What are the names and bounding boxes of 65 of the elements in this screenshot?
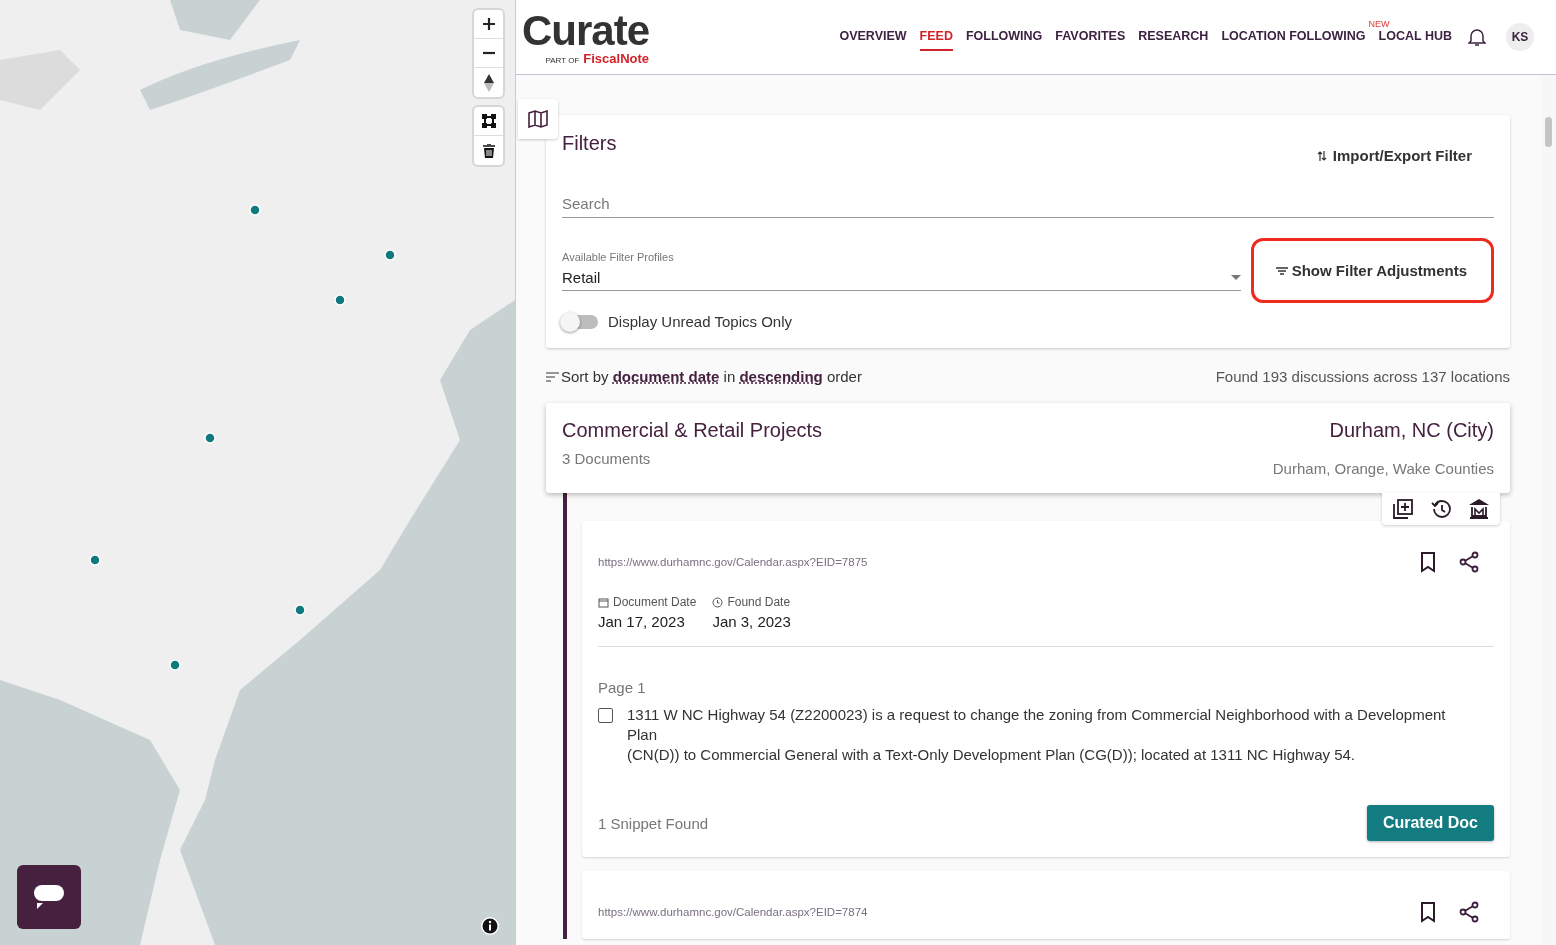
found-date-label: Found Date [712,595,791,609]
snippet-count: 1 Snippet Found [598,814,709,832]
bookmark-icon[interactable] [1418,901,1438,923]
nav-tab[interactable]: FAVORITES [1055,23,1126,51]
document-url[interactable]: https://www.durhamnc.gov/Calendar.aspx?EID=7874 [598,906,868,918]
swap-arrows-icon [1316,149,1327,162]
logo-text: Curate [522,10,650,52]
nav-tab[interactable]: FOLLOWING [965,23,1043,51]
square-icon [481,114,496,128]
map-icon [528,110,548,128]
add-to-collection-icon[interactable] [1392,498,1414,520]
snippet-checkbox[interactable] [598,708,613,723]
clock-icon [712,596,724,608]
chat-button[interactable] [17,865,81,929]
map-toggle-button[interactable] [518,99,558,139]
document-url[interactable]: https://www.durhamnc.gov/Calendar.aspx?EID=7875 [598,556,868,568]
plus-icon [481,17,496,31]
info-icon[interactable] [480,916,500,936]
map-marker[interactable] [249,204,261,216]
topic-title: Commercial & Retail Projects [562,419,823,442]
sort-text: Sort by document date in descending order [561,368,862,385]
document-count: 3 Documents [562,450,652,467]
nav-tab[interactable]: RESEARCH [1138,23,1209,51]
share-icon[interactable] [1458,551,1480,573]
document-date-label: Document Date [598,595,697,609]
topic-card[interactable]: Commercial & Retail Projects 3 Documents Durham, NC (City) Durham, Orange, Wake Counties [546,403,1510,493]
bell-icon[interactable] [1468,27,1486,47]
toggle-switch[interactable] [562,314,598,329]
filter-icon [1274,265,1289,276]
map-marker[interactable] [294,604,306,616]
show-filter-adjustments-button[interactable]: Show Filter Adjustments [1250,238,1494,303]
history-icon[interactable] [1430,498,1452,520]
nav-tab[interactable]: FEED [919,23,953,51]
chat-bubble-icon [34,883,64,911]
map-marker[interactable] [204,432,216,444]
compass-icon [482,72,495,93]
brand-name: FiscalNote [583,51,650,66]
snippet-text: 1311 W NC Highway 54 (Z2200023) is a request to change the zoning from Commercial Neighborhood with a Development Plan (CN(D)) to Commercial General with a Text-Only Development Plan (CG(D)); located at 1311 NC Highway 54. [627,705,1447,765]
nav-tab[interactable]: OVERVIEW [839,23,907,51]
dropdown-caret-icon [1230,274,1241,280]
calendar-icon [598,596,609,608]
filters-title: Filters [562,132,617,155]
location-name: Durham, NC (City) [1328,419,1494,442]
trash-icon [481,143,496,158]
sort-icon [546,371,559,382]
government-building-icon[interactable] [1468,498,1490,520]
import-export-button[interactable]: Import/Export Filter [1310,146,1478,165]
found-date: Jan 3, 2023 [712,613,791,630]
counties-text: Durham, Orange, Wake Counties [1272,460,1494,477]
share-icon[interactable] [1458,901,1480,923]
map-marker[interactable] [384,249,396,261]
filter-profile-select[interactable]: Available Filter Profiles Retail [562,250,1241,291]
page-number: Page 1 [598,679,647,696]
results-count: Found 193 discussions across 137 locations [1215,368,1510,385]
toggle-label: Display Unread Topics Only [608,313,792,330]
bookmark-icon[interactable] [1418,551,1438,573]
curated-doc-button[interactable]: Curated Doc [1366,805,1494,841]
map-marker[interactable] [334,294,346,306]
map-marker[interactable] [89,554,101,566]
document-date: Jan 17, 2023 [598,613,686,630]
search-field[interactable]: Search [562,195,1494,218]
map-marker[interactable] [169,659,181,671]
scrollbar-thumb[interactable] [1545,117,1552,147]
user-avatar[interactable]: KS [1506,23,1534,51]
logo-tagline: PART OF [545,56,580,65]
